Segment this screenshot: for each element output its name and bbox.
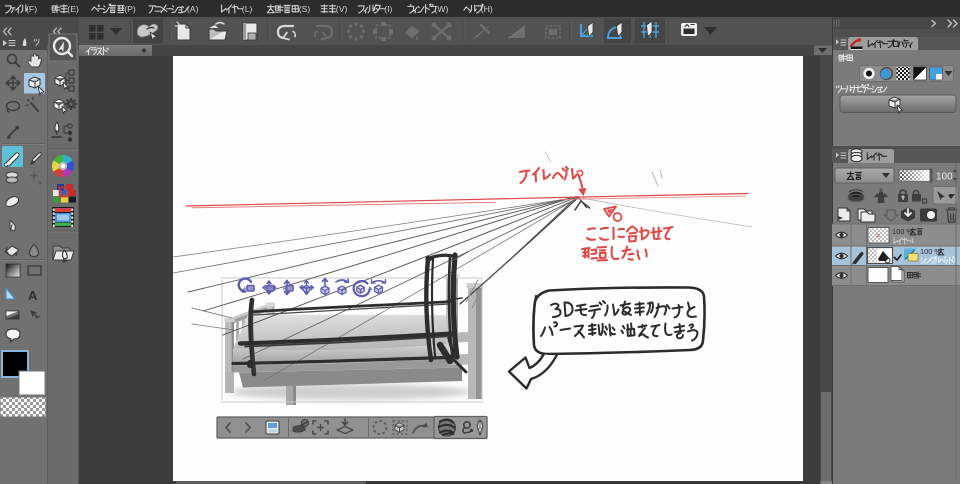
svg-text:(W): (W) <box>434 4 448 14</box>
svg-text:(S): (S) <box>299 4 311 14</box>
svg-text:1: 1 <box>910 238 914 245</box>
svg-text:(P): (P) <box>124 4 136 14</box>
svg-text:(E): (E) <box>67 4 79 14</box>
svg-text:(A): (A) <box>187 4 199 14</box>
svg-text:(V): (V) <box>336 4 348 14</box>
svg-text:A: A <box>28 288 38 303</box>
svg-text:100: 100 <box>936 172 953 183</box>
